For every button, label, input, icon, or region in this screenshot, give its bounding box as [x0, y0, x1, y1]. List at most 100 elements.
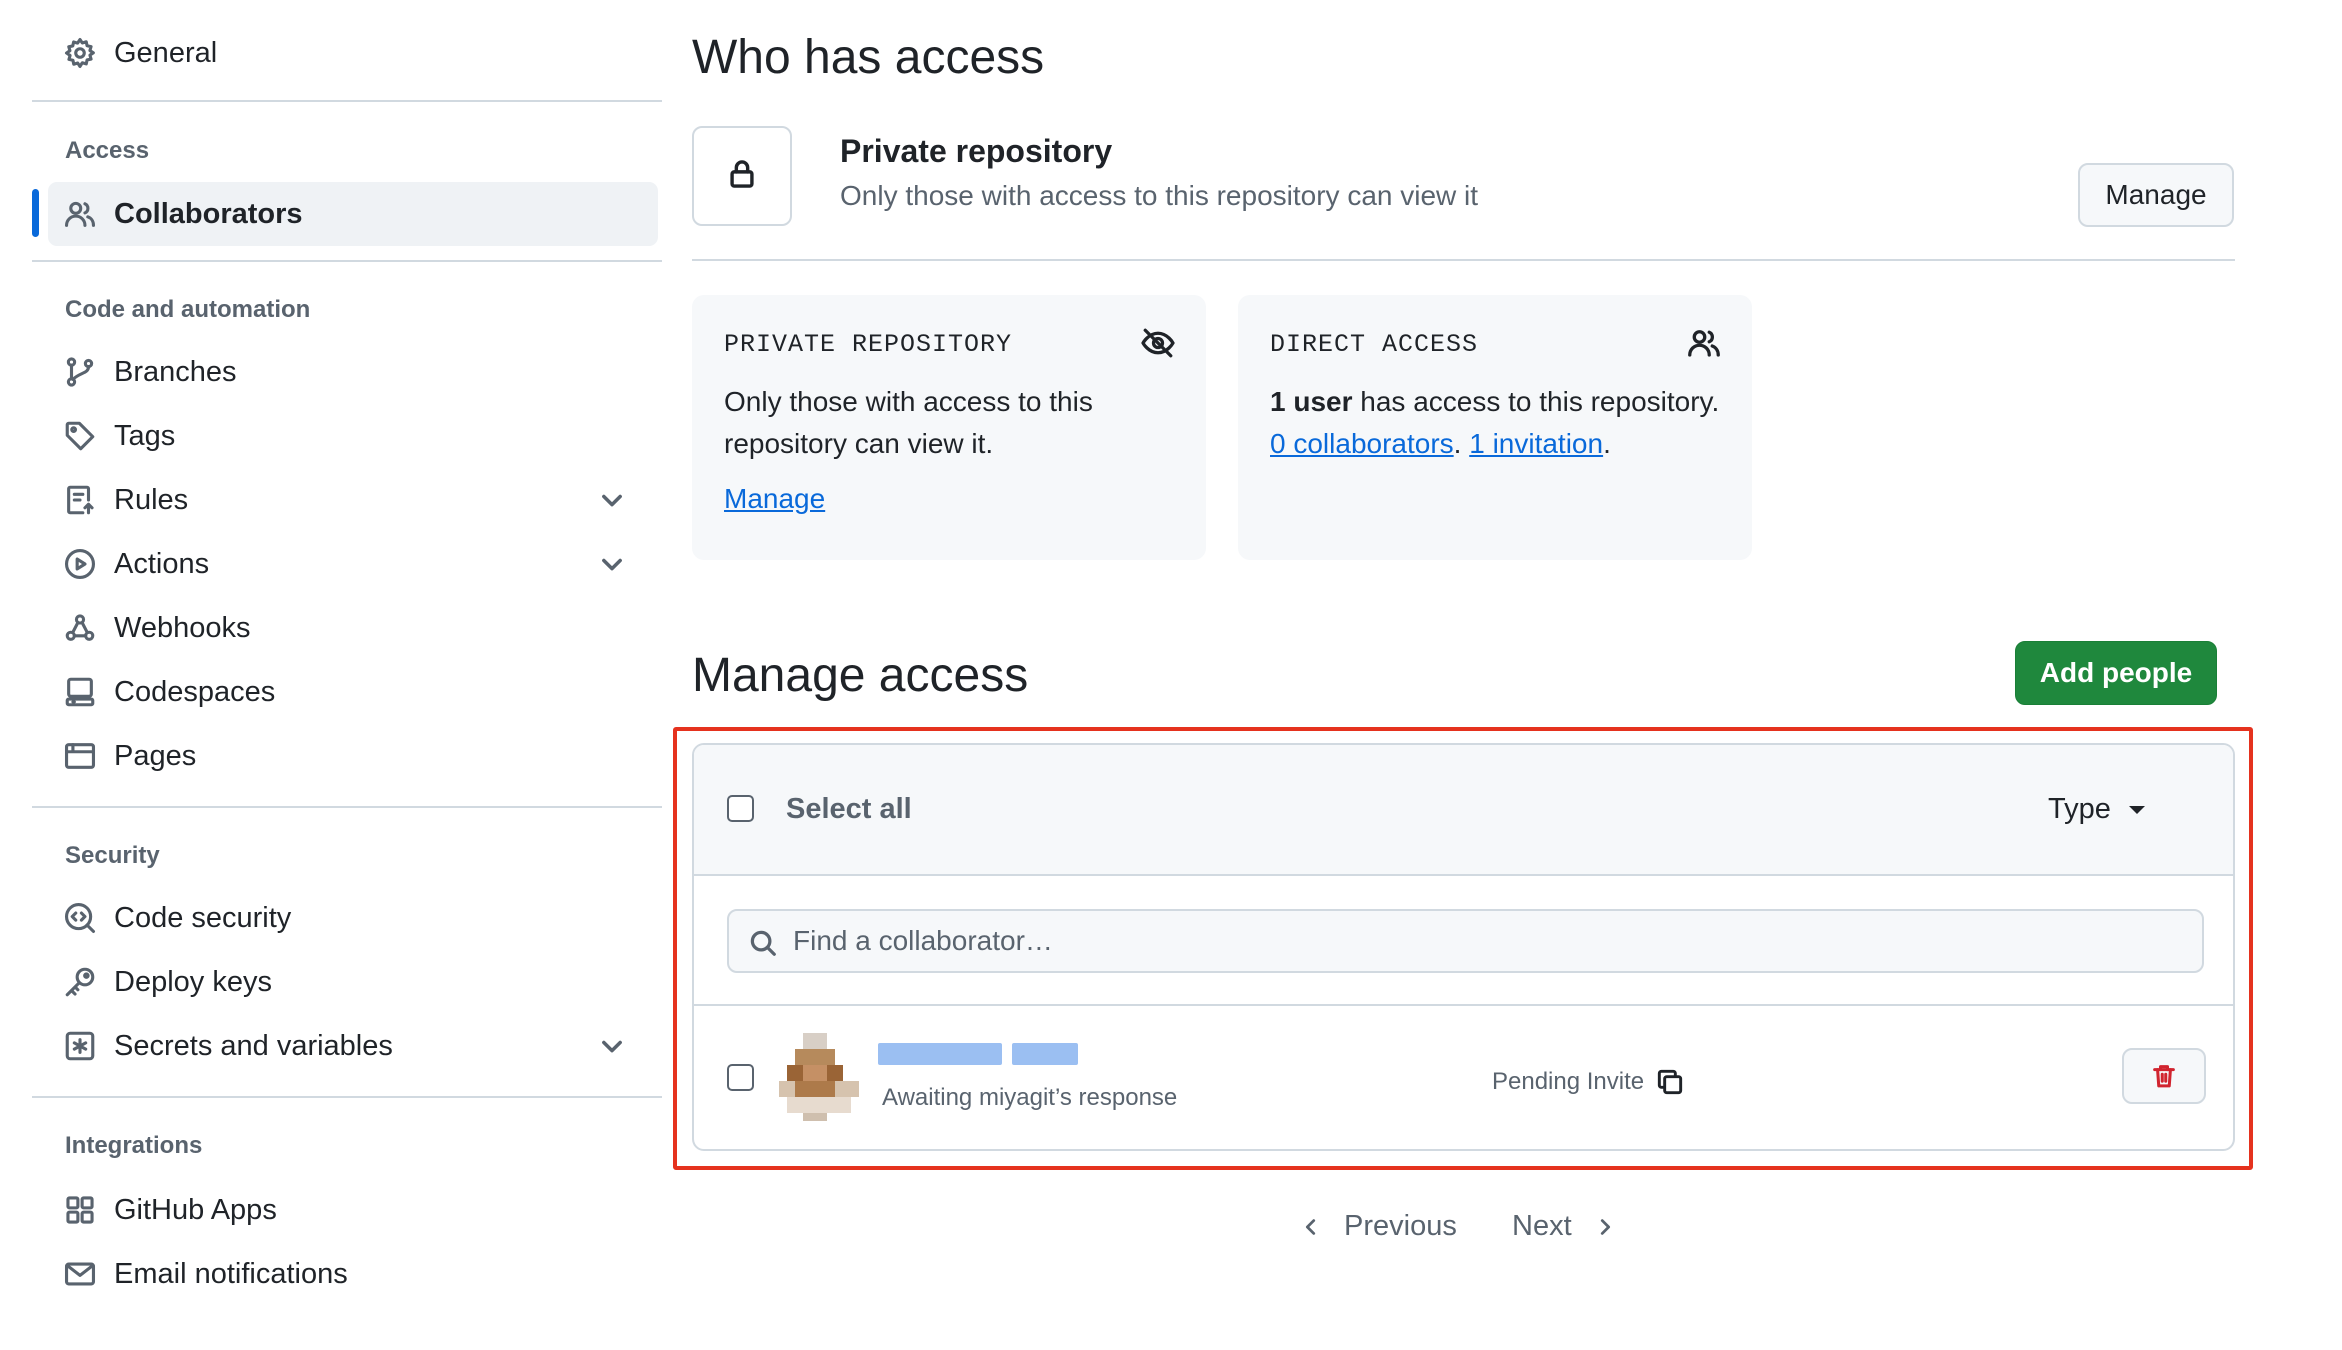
chevron-left-icon — [1305, 1218, 1316, 1235]
sidebar-item-label: Email notifications — [114, 1257, 348, 1290]
sidebar-item-rules[interactable]: Rules — [48, 468, 658, 532]
chevron-down-icon[interactable] — [598, 486, 626, 514]
lock-icon — [725, 157, 759, 196]
sidebar-item-deploy-keys[interactable]: Deploy keys — [48, 950, 658, 1014]
copy-icon[interactable] — [1654, 1066, 1686, 1098]
sidebar-item-tags[interactable]: Tags — [48, 404, 658, 468]
avatar[interactable] — [779, 1033, 859, 1121]
sidebar-item-label: Pages — [114, 739, 197, 772]
remove-collaborator-button[interactable] — [2122, 1048, 2206, 1104]
card-text: . — [1603, 428, 1611, 459]
select-all-label[interactable]: Select all — [786, 793, 912, 826]
sidebar-divider — [32, 1096, 662, 1098]
webhook-icon — [62, 610, 98, 646]
sidebar-item-collaborators[interactable]: Collaborators — [48, 182, 658, 246]
people-icon — [1686, 325, 1722, 361]
select-all-checkbox[interactable] — [727, 795, 754, 822]
section-divider — [692, 259, 2235, 261]
asterisk-box-icon — [62, 1028, 98, 1064]
sidebar-item-label: Deploy keys — [114, 965, 272, 998]
sidebar-item-codespaces[interactable]: Codespaces — [48, 660, 658, 724]
gear-icon — [62, 35, 98, 71]
previous-label: Previous — [1344, 1210, 1457, 1242]
collaborators-table: Select all Type Find a collaborator… Awa… — [692, 743, 2235, 1151]
sidebar-item-label: Webhooks — [114, 611, 251, 644]
section-title: Manage access — [692, 649, 1029, 702]
card-body: Only those with access to this repositor… — [724, 386, 1093, 459]
page-title: Who has access — [692, 31, 1045, 84]
sidebar-item-pages[interactable]: Pages — [48, 724, 658, 788]
sidebar-item-label: Secrets and variables — [114, 1029, 393, 1062]
tag-icon — [62, 418, 98, 454]
user-count: 1 user — [1270, 386, 1353, 417]
sidebar-item-github-apps[interactable]: GitHub Apps — [48, 1178, 658, 1242]
sidebar-item-general[interactable]: General — [48, 21, 658, 85]
browser-icon — [62, 738, 98, 774]
previous-page-button[interactable]: Previous — [1300, 1210, 1457, 1243]
card-text: . — [1453, 428, 1470, 459]
collaborators-link[interactable]: 0 collaborators — [1270, 428, 1454, 459]
chevron-right-icon — [1600, 1218, 1610, 1235]
sidebar-item-secrets[interactable]: Secrets and variables — [48, 1014, 658, 1078]
table-header: Select all Type — [694, 745, 2233, 876]
visibility-description: Only those with access to this repositor… — [840, 180, 1479, 211]
people-icon — [62, 196, 98, 232]
private-repository-card: PRIVATE REPOSITORY Only those with acces… — [692, 295, 1206, 560]
next-page-button[interactable]: Next — [1512, 1210, 1616, 1243]
play-circle-icon — [62, 546, 98, 582]
card-text: has access to this repository. — [1352, 386, 1720, 417]
manage-visibility-button[interactable]: Manage — [2078, 163, 2234, 227]
eye-closed-icon — [1140, 325, 1176, 361]
active-indicator — [32, 189, 39, 237]
trash-icon — [2153, 1065, 2175, 1088]
chevron-down-icon[interactable] — [598, 550, 626, 578]
search-input[interactable] — [727, 909, 2204, 973]
code-scan-icon — [62, 900, 98, 936]
sidebar-item-label: Rules — [114, 483, 189, 516]
direct-access-card: DIRECT ACCESS 1 user has access to this … — [1238, 295, 1752, 560]
invitation-link[interactable]: 1 invitation — [1469, 428, 1603, 459]
manage-link[interactable]: Manage — [724, 483, 825, 515]
sidebar-item-label: Codespaces — [114, 675, 276, 708]
card-body: 1 user has access to this repository. 0 … — [1270, 381, 1720, 465]
sidebar-section-code-automation: Code and automation — [65, 296, 311, 323]
next-label: Next — [1512, 1210, 1572, 1242]
invite-status: Awaiting miyagit’s response — [882, 1084, 1178, 1111]
sidebar-item-label: General — [114, 36, 218, 69]
redacted-block — [878, 1043, 1002, 1065]
codespaces-icon — [62, 674, 98, 710]
key-icon — [62, 964, 98, 1000]
sidebar-item-actions[interactable]: Actions — [48, 532, 658, 596]
sidebar-section-access: Access — [65, 137, 150, 164]
card-header: DIRECT ACCESS — [1270, 330, 1479, 359]
sidebar-item-label: Branches — [114, 355, 237, 388]
search-row — [694, 876, 2233, 1006]
add-people-button[interactable]: Add people — [2015, 641, 2217, 705]
pending-invite: Pending Invite — [1492, 1066, 1686, 1098]
sidebar-section-security: Security — [65, 842, 160, 869]
sidebar-item-label: Collaborators — [114, 197, 303, 230]
collaborator-name-redacted[interactable] — [878, 1043, 1078, 1065]
card-header: PRIVATE REPOSITORY — [724, 330, 1013, 359]
table-row: Awaiting miyagit’s response Pending Invi… — [694, 1006, 2233, 1149]
sidebar-item-label: Code security — [114, 901, 292, 934]
rules-icon — [62, 482, 98, 518]
sidebar-item-email-notifications[interactable]: Email notifications — [48, 1242, 658, 1306]
search-icon — [748, 928, 778, 958]
sidebar-item-code-security[interactable]: Code security — [48, 886, 658, 950]
row-checkbox[interactable] — [727, 1064, 754, 1091]
sidebar-divider — [32, 806, 662, 808]
sidebar-item-label: Actions — [114, 547, 210, 580]
sidebar-item-label: GitHub Apps — [114, 1193, 277, 1226]
type-filter-dropdown[interactable]: Type — [2048, 793, 2145, 826]
apps-grid-icon — [62, 1192, 98, 1228]
sidebar-divider — [32, 260, 662, 262]
chevron-down-icon[interactable] — [598, 1032, 626, 1060]
sidebar-item-branches[interactable]: Branches — [48, 340, 658, 404]
type-filter-label: Type — [2048, 793, 2111, 825]
pending-invite-label: Pending Invite — [1492, 1068, 1645, 1095]
sidebar-item-webhooks[interactable]: Webhooks — [48, 596, 658, 660]
visibility-title: Private repository — [840, 133, 1113, 169]
sidebar-item-label: Tags — [114, 419, 176, 452]
redacted-block — [1012, 1043, 1078, 1065]
